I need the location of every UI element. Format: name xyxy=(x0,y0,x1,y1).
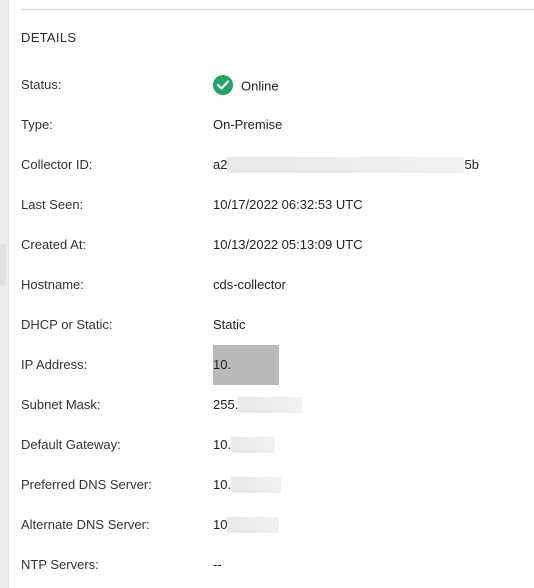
redacted-block xyxy=(227,516,280,533)
field-value: On-Premise xyxy=(213,117,283,132)
ip-address-text: 10. xyxy=(213,357,232,372)
field-label: DHCP or Static: xyxy=(21,317,113,332)
preferred-dns-value: 10. xyxy=(213,476,282,494)
collector-id-start: a2 xyxy=(213,157,228,172)
redacted-block xyxy=(227,156,465,173)
field-label: Created At: xyxy=(21,237,87,252)
alternate-dns-text: 10 xyxy=(213,517,228,532)
detail-row-dhcp-static: DHCP or Static: Static xyxy=(21,305,521,345)
default-gateway-value: 10. xyxy=(213,436,276,454)
default-gateway-text: 10. xyxy=(213,437,232,452)
redacted-block xyxy=(231,476,282,493)
section-title: DETAILS xyxy=(21,30,77,45)
subnet-mask-text: 255. xyxy=(213,397,239,412)
field-label: Type: xyxy=(21,117,53,132)
field-value: 10/13/2022 05:13:09 UTC xyxy=(213,237,363,252)
left-strip-notch xyxy=(0,244,6,286)
detail-row-subnet-mask: Subnet Mask: 255. xyxy=(21,385,521,425)
detail-row-default-gateway: Default Gateway: 10. xyxy=(21,425,521,465)
field-label: Alternate DNS Server: xyxy=(21,517,150,532)
subnet-mask-value: 255. xyxy=(213,396,303,414)
divider xyxy=(21,9,534,10)
ip-address-wrap: 10. xyxy=(213,345,279,385)
field-label: NTP Servers: xyxy=(21,557,99,572)
detail-row-ip-address: IP Address: 10. xyxy=(21,345,521,385)
status-value: Online xyxy=(213,75,279,97)
alternate-dns-value: 10 xyxy=(213,516,280,534)
redacted-block xyxy=(231,436,276,453)
field-value: 10/17/2022 06:32:53 UTC xyxy=(213,197,363,212)
collector-id-end: 5b xyxy=(464,157,479,172)
detail-row-type: Type: On-Premise xyxy=(21,105,521,145)
field-label: Preferred DNS Server: xyxy=(21,477,152,492)
status-text: Online xyxy=(241,78,279,94)
redacted-block xyxy=(238,396,303,413)
field-label: Last Seen: xyxy=(21,197,84,212)
field-value: -- xyxy=(213,557,222,572)
preferred-dns-text: 10. xyxy=(213,477,232,492)
detail-row-hostname: Hostname: cds-collector xyxy=(21,265,521,305)
field-label: Collector ID: xyxy=(21,157,93,172)
details-list: Status: Online Type: On-Premise Collecto… xyxy=(21,65,521,585)
field-label: Hostname: xyxy=(21,277,84,292)
field-label: Default Gateway: xyxy=(21,437,121,452)
collector-id-value: a2 5b xyxy=(213,156,479,174)
collector-details-view: DETAILS Status: Online Type: On-Premise … xyxy=(0,0,534,588)
detail-row-ntp-servers: NTP Servers: -- xyxy=(21,545,521,585)
detail-row-alternate-dns: Alternate DNS Server: 10 xyxy=(21,505,521,545)
detail-row-collector-id: Collector ID: a2 5b xyxy=(21,145,521,185)
details-panel: DETAILS Status: Online Type: On-Premise … xyxy=(8,0,534,588)
field-value: cds-collector xyxy=(213,277,286,292)
detail-row-preferred-dns: Preferred DNS Server: 10. xyxy=(21,465,521,505)
field-label: Subnet Mask: xyxy=(21,397,101,412)
field-value: Static xyxy=(213,317,246,332)
left-scroll-strip xyxy=(0,0,8,588)
field-label: IP Address: xyxy=(21,357,88,372)
ip-address-value: 10. xyxy=(213,345,279,385)
field-label: Status: xyxy=(21,77,62,92)
detail-row-last-seen: Last Seen: 10/17/2022 06:32:53 UTC xyxy=(21,185,521,225)
check-circle-icon xyxy=(213,75,233,95)
detail-row-created-at: Created At: 10/13/2022 05:13:09 UTC xyxy=(21,225,521,265)
detail-row-status: Status: Online xyxy=(21,65,521,105)
